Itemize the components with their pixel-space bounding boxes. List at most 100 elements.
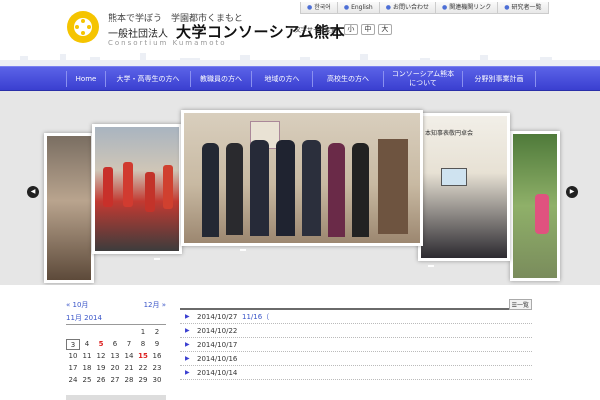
nav-item-students[interactable]: 大学・高専生の方へ bbox=[106, 67, 190, 91]
calendar-day[interactable]: 1 bbox=[136, 327, 150, 338]
calendar-day[interactable]: 27 bbox=[108, 375, 122, 386]
nav-item-faculty[interactable]: 教職員の方へ bbox=[191, 67, 251, 91]
calendar-day[interactable]: 26 bbox=[94, 375, 108, 386]
news-section: ☰一覧 ▶ 2014/10/27 11/16（ ▶ 2014/10/22 ▶ 2… bbox=[180, 299, 532, 380]
slide-photo-right[interactable]: 本知事表敬円卓会 bbox=[418, 113, 510, 261]
calendar-day[interactable]: 20 bbox=[108, 363, 122, 374]
calendar-month-title: 11月 2014 bbox=[66, 313, 166, 325]
font-size-medium-button[interactable]: 中 bbox=[360, 24, 375, 35]
font-size-label: 文字サイズ変更 bbox=[295, 27, 337, 34]
calendar-empty-cell bbox=[108, 327, 122, 338]
main-nav: Home 大学・高専生の方へ 教職員の方へ 地域の方へ 高校生の方へ コンソーシ… bbox=[0, 66, 600, 91]
calendar-prev-month-link[interactable]: « 10月 bbox=[66, 300, 88, 310]
calendar-day[interactable]: 8 bbox=[136, 339, 150, 350]
slider-next-button[interactable]: ▶ bbox=[566, 186, 578, 198]
bullet-icon: ▶ bbox=[185, 355, 190, 362]
calendar-grid: 1 2 3 4 5 6 7 8 9 10 11 12 13 14 15 16 17 18 19 20 21 22 23 24 2… bbox=[66, 327, 166, 386]
city-skyline-decoration bbox=[0, 53, 600, 66]
slide-photo-center[interactable] bbox=[181, 110, 423, 246]
news-date: 2014/10/27 bbox=[197, 312, 238, 321]
news-item[interactable]: ▶ 2014/10/22 bbox=[180, 324, 532, 338]
arrow-left-icon: ◀ bbox=[30, 188, 36, 195]
nav-divider bbox=[535, 71, 536, 87]
toplink-related-links[interactable]: ● 関連機関リンク bbox=[436, 2, 499, 14]
calendar-day[interactable]: 28 bbox=[122, 375, 136, 386]
calendar-day[interactable]: 29 bbox=[136, 375, 150, 386]
calendar-day[interactable]: 10 bbox=[66, 351, 80, 362]
calendar-day[interactable]: 5 bbox=[94, 339, 108, 350]
slide-photo-far-right[interactable] bbox=[510, 131, 560, 281]
calendar-day[interactable]: 21 bbox=[122, 363, 136, 374]
slide-photo-left[interactable] bbox=[92, 124, 182, 254]
arrow-right-icon: ▶ bbox=[569, 188, 575, 195]
calendar-day[interactable]: 18 bbox=[80, 363, 94, 374]
calendar-nav: « 10月 12月 » bbox=[66, 300, 166, 310]
news-date: 2014/10/16 bbox=[197, 354, 238, 363]
slide-banner-text: 本知事表敬円卓会 bbox=[425, 130, 474, 137]
nav-item-home[interactable]: Home bbox=[67, 67, 105, 91]
org-type-label: 一般社団法人 bbox=[108, 29, 168, 40]
bullet-icon: ● bbox=[343, 3, 350, 11]
calendar-empty-cell bbox=[66, 327, 80, 338]
bullet-icon: ▶ bbox=[185, 369, 190, 376]
font-size-small-button[interactable]: 小 bbox=[343, 24, 358, 35]
calendar-day[interactable]: 30 bbox=[150, 375, 164, 386]
calendar-day[interactable]: 16 bbox=[150, 351, 164, 362]
calendar-day[interactable]: 19 bbox=[94, 363, 108, 374]
event-calendar: « 10月 12月 » 11月 2014 1 2 3 4 5 6 7 8 9 10 11 12 13 14… bbox=[66, 300, 166, 386]
calendar-day[interactable]: 24 bbox=[66, 375, 80, 386]
slide-caption-right bbox=[428, 265, 434, 267]
calendar-day[interactable]: 2 bbox=[150, 327, 164, 338]
news-item[interactable]: ▶ 2014/10/16 bbox=[180, 352, 532, 366]
calendar-next-month-link[interactable]: 12月 » bbox=[144, 300, 166, 310]
calendar-day[interactable]: 14 bbox=[122, 351, 136, 362]
consortium-logo-icon[interactable] bbox=[66, 10, 100, 44]
calendar-day[interactable]: 7 bbox=[122, 339, 136, 350]
news-header: ☰一覧 bbox=[180, 299, 532, 310]
toplink-english[interactable]: ● English bbox=[337, 2, 380, 14]
calendar-day[interactable]: 13 bbox=[108, 351, 122, 362]
news-link[interactable]: 11/16（ bbox=[242, 312, 269, 322]
bullet-icon: ● bbox=[442, 3, 448, 11]
calendar-day[interactable]: 11 bbox=[80, 351, 94, 362]
site-title-english: Consortium Kumamoto bbox=[108, 39, 227, 47]
calendar-day[interactable]: 23 bbox=[150, 363, 164, 374]
slide-photo-far-left[interactable] bbox=[44, 133, 94, 283]
slider-prev-button[interactable]: ◀ bbox=[27, 186, 39, 198]
site-header: 熊本で学ぼう 学園都市くまもと 一般社団法人 大学コンソーシアム熊本 Conso… bbox=[0, 0, 600, 66]
nav-item-about[interactable]: コンソーシアム熊本 について bbox=[384, 67, 462, 91]
calendar-day[interactable]: 25 bbox=[80, 375, 94, 386]
nav-item-projects[interactable]: 分野別事業計画 bbox=[463, 67, 535, 91]
news-item[interactable]: ▶ 2014/10/27 11/16（ bbox=[180, 310, 532, 324]
news-item[interactable]: ▶ 2014/10/17 bbox=[180, 338, 532, 352]
calendar-day[interactable]: 12 bbox=[94, 351, 108, 362]
calendar-day[interactable]: 17 bbox=[66, 363, 80, 374]
calendar-day[interactable]: 6 bbox=[108, 339, 122, 350]
font-size-switcher: 文字サイズ変更 小 中 大 bbox=[295, 24, 392, 35]
news-item[interactable]: ▶ 2014/10/14 bbox=[180, 366, 532, 380]
calendar-empty-cell bbox=[80, 327, 94, 338]
toplink-researchers[interactable]: ● 研究者一覧 bbox=[498, 2, 549, 14]
calendar-day[interactable]: 15 bbox=[136, 351, 150, 362]
slide-caption-left bbox=[154, 258, 160, 260]
news-view-all-button[interactable]: ☰一覧 bbox=[508, 299, 532, 310]
calendar-empty-cell bbox=[122, 327, 136, 338]
calendar-empty-cell bbox=[94, 327, 108, 338]
bullet-icon: ● bbox=[307, 3, 313, 11]
bullet-icon: ▶ bbox=[185, 313, 190, 320]
calendar-day[interactable]: 4 bbox=[80, 339, 94, 350]
news-date: 2014/10/22 bbox=[197, 326, 238, 335]
toplink-korean[interactable]: ● 한국어 bbox=[300, 2, 338, 14]
nav-item-high-school[interactable]: 高校生の方へ bbox=[313, 67, 383, 91]
calendar-footer-bar bbox=[66, 395, 166, 400]
font-size-large-button[interactable]: 大 bbox=[377, 24, 392, 35]
bullet-icon: ▶ bbox=[185, 341, 190, 348]
calendar-day[interactable]: 3 bbox=[66, 339, 80, 350]
bullet-icon: ● bbox=[504, 3, 510, 11]
nav-item-community[interactable]: 地域の方へ bbox=[252, 67, 312, 91]
utility-links: ● 한국어 ● English ● お問い合わせ ● 関連機関リンク ● 研究者一覧 bbox=[300, 2, 549, 16]
toplink-contact[interactable]: ● お問い合わせ bbox=[379, 2, 436, 14]
calendar-day[interactable]: 22 bbox=[136, 363, 150, 374]
news-date: 2014/10/17 bbox=[197, 340, 238, 349]
calendar-day[interactable]: 9 bbox=[150, 339, 164, 350]
